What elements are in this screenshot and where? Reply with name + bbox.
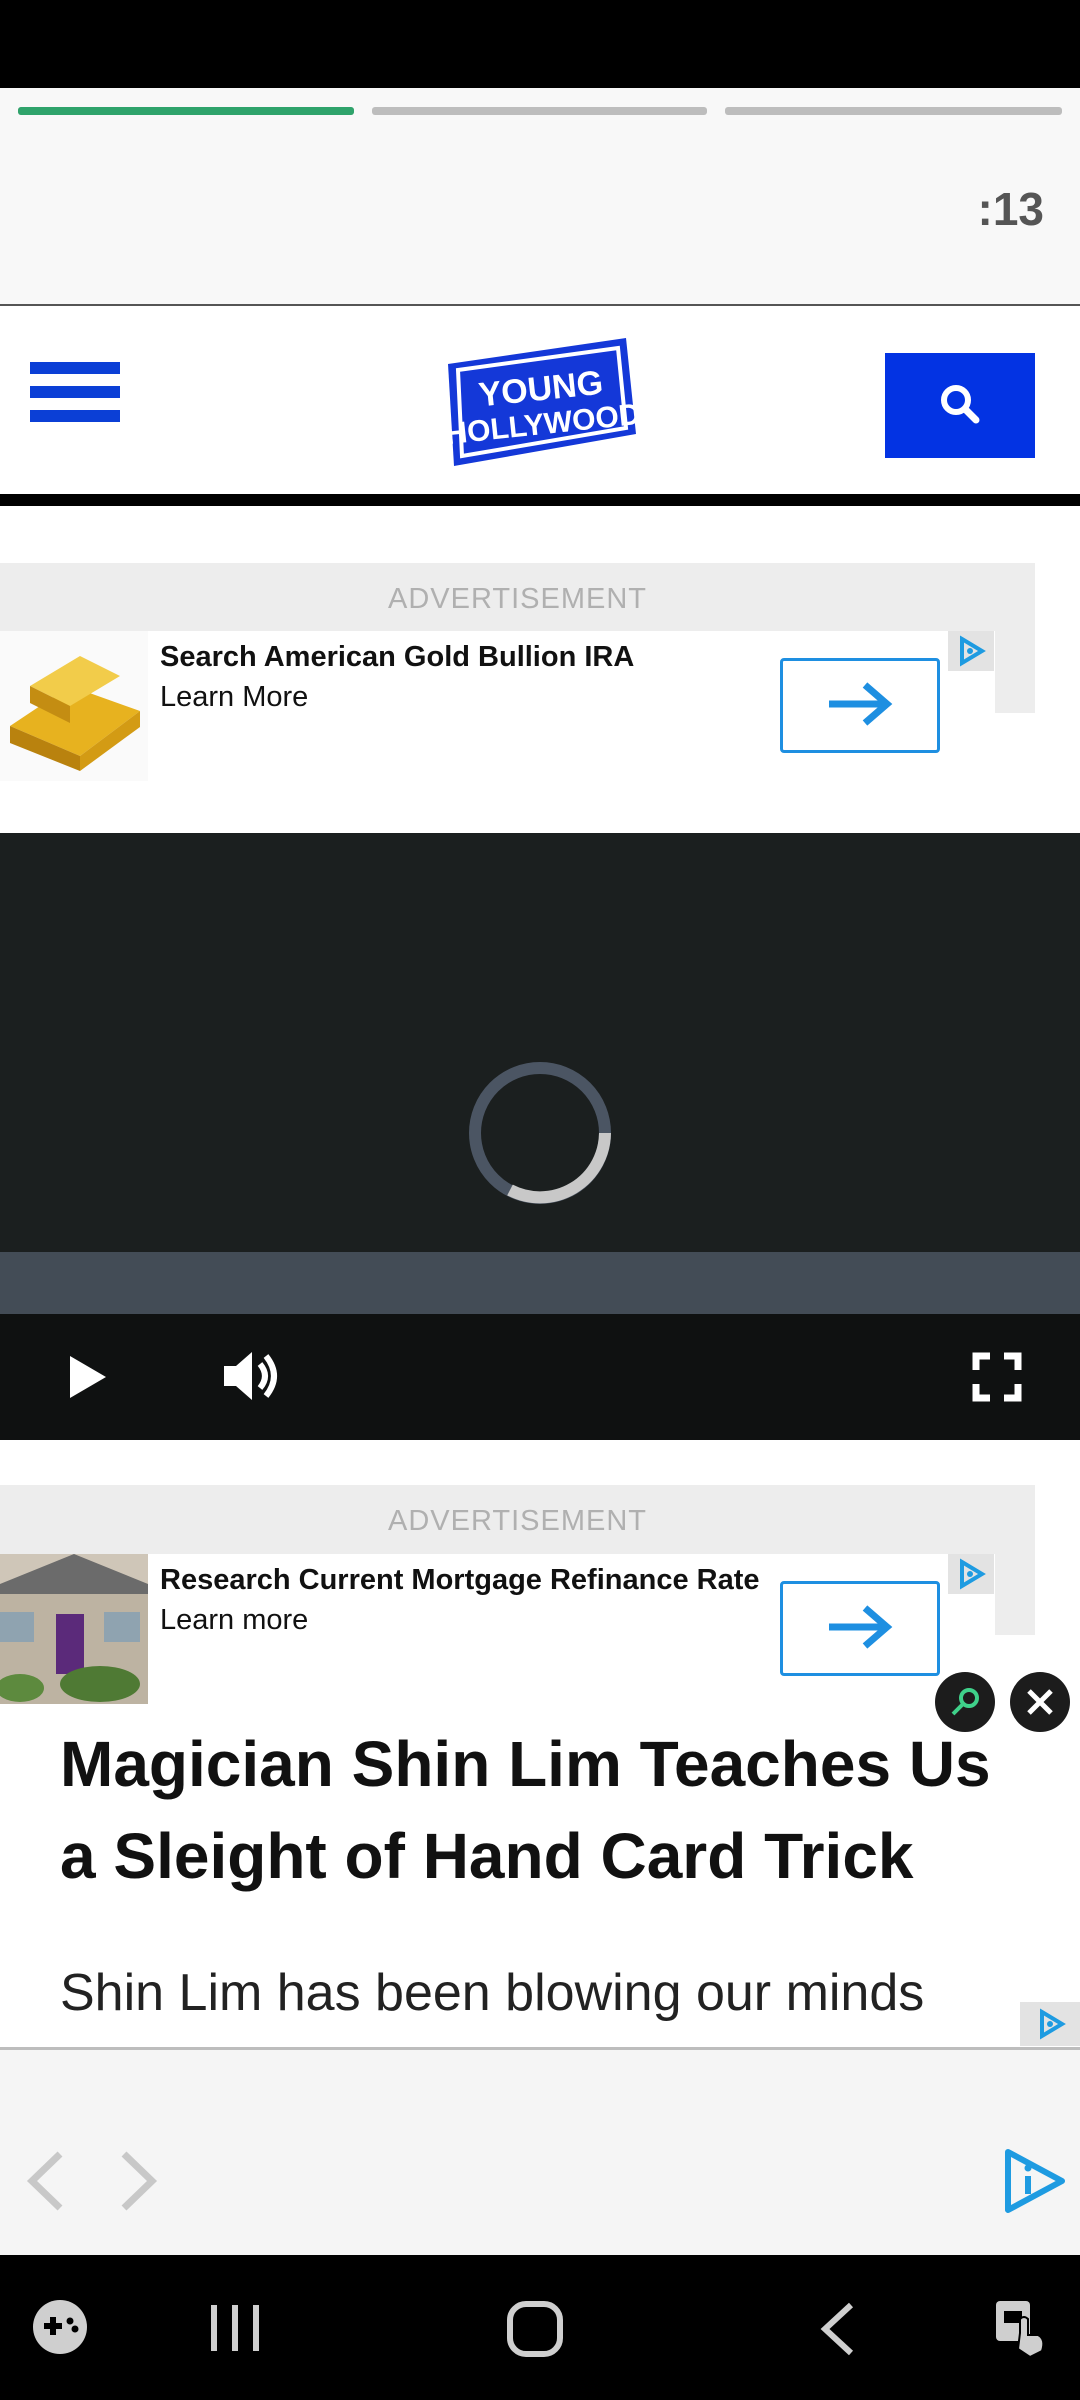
ad-cta-2[interactable]: Learn more <box>160 1604 308 1637</box>
status-bar <box>0 0 1080 88</box>
ad-label-1: ADVERTISEMENT <box>387 583 647 615</box>
story-play-icon[interactable] <box>998 2146 1068 2216</box>
article-title[interactable]: Magician Shin Lim Teaches Us a Sleight o… <box>60 1718 1040 1902</box>
loading-spinner-icon <box>469 1062 611 1204</box>
adchoices-icon[interactable] <box>948 1554 994 1594</box>
fullscreen-icon[interactable] <box>972 1352 1022 1402</box>
recents-icon[interactable] <box>205 2303 265 2353</box>
adchoices-icon[interactable] <box>948 631 994 671</box>
arrow-right-icon <box>829 1605 893 1649</box>
story-progress-segment-1 <box>18 107 354 115</box>
site-header: YOUNG HOLLYWOOD <box>0 306 1080 506</box>
story-nav-bar <box>0 2050 1080 2255</box>
system-nav-bar <box>0 2255 1080 2400</box>
ad-label-2: ADVERTISEMENT <box>387 1505 647 1537</box>
video-progress-bar[interactable] <box>0 1252 1080 1314</box>
ad-arrow-button-2[interactable] <box>780 1581 940 1676</box>
search-button[interactable] <box>885 353 1035 458</box>
arrow-right-icon <box>829 682 893 726</box>
play-icon[interactable] <box>62 1352 112 1402</box>
article-body: Shin Lim has been blowing our minds <box>60 1964 925 2022</box>
video-controls <box>0 1314 1080 1440</box>
volume-icon[interactable] <box>220 1344 284 1408</box>
story-timer: :13 <box>977 183 1044 235</box>
accessibility-icon[interactable] <box>990 2295 1050 2361</box>
back-icon[interactable] <box>815 2299 861 2359</box>
home-icon[interactable] <box>505 2299 565 2359</box>
ad-card-2[interactable]: Research Current Mortgage Refinance Rate… <box>0 1554 995 1704</box>
story-header: :13 <box>0 88 1080 306</box>
ad-title-2[interactable]: Research Current Mortgage Refinance Rate <box>160 1564 760 1597</box>
house-image <box>0 1554 148 1704</box>
ad-title-1[interactable]: Search American Gold Bullion IRA <box>160 641 634 674</box>
young-hollywood-logo[interactable]: YOUNG HOLLYWOOD <box>440 334 642 474</box>
adchoices-icon[interactable] <box>1020 2002 1080 2046</box>
hamburger-menu-icon[interactable] <box>30 362 120 432</box>
gold-bars-image <box>0 631 148 781</box>
search-icon <box>941 385 980 424</box>
story-progress-segment-2 <box>372 107 707 115</box>
story-progress-segment-3 <box>725 107 1062 115</box>
ad-arrow-button-1[interactable] <box>780 658 940 753</box>
ad-cta-1[interactable]: Learn More <box>160 681 308 714</box>
next-story-icon[interactable] <box>116 2148 162 2214</box>
game-launcher-icon[interactable] <box>30 2297 90 2357</box>
ad-card-1[interactable]: Search American Gold Bullion IRA Learn M… <box>0 631 995 781</box>
previous-story-icon[interactable] <box>22 2148 68 2214</box>
